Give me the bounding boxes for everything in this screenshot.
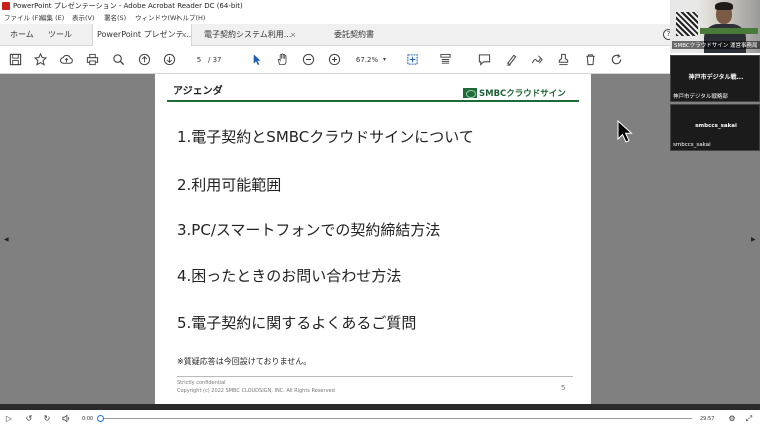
agenda-item: 4.困ったときのお問い合わせ方法 xyxy=(177,267,402,285)
right-panel-toggle-icon[interactable]: ▶ xyxy=(751,236,756,243)
footer-copyright: Copyright (c) 2022 SMBC CLOUDSIGN, INC. … xyxy=(177,388,335,394)
seek-bar[interactable] xyxy=(102,418,692,419)
logo-text: SMBCクラウドサイン xyxy=(479,89,566,99)
menu-sign[interactable]: 署名(S) xyxy=(104,12,126,24)
pointer-icon[interactable] xyxy=(249,52,264,67)
participant-tile[interactable]: smbccs_sakai smbccs_sakai xyxy=(670,104,760,151)
fit-page-icon[interactable] xyxy=(405,52,420,67)
tab-document-powerpoint[interactable]: PowerPoint プレゼンテ... × xyxy=(92,24,192,46)
bookmark-star-icon[interactable] xyxy=(33,52,48,67)
close-icon[interactable]: × xyxy=(290,24,296,46)
tab-home[interactable]: ホーム xyxy=(6,24,38,46)
chevron-down-icon[interactable]: ▾ xyxy=(383,54,386,66)
participant-display-name: smbccs_sakai xyxy=(695,123,737,129)
agenda-item: 2.利用可能範囲 xyxy=(177,176,282,194)
rewind-icon[interactable]: ↺ xyxy=(24,414,34,424)
smbc-cloudsign-logo: SMBCクラウドサイン xyxy=(463,87,566,99)
slide-note: ※質疑応答は今回設けておりません。 xyxy=(177,357,312,366)
stamp-icon[interactable] xyxy=(556,52,571,67)
tab-bar: ホーム ツール PowerPoint プレゼンテ... × 電子契約システム利用… xyxy=(0,24,680,46)
rotate-icon[interactable] xyxy=(609,52,624,67)
tab-label: 電子契約システム利用... xyxy=(204,30,292,39)
tab-document-contract[interactable]: 委託契約書 xyxy=(330,24,390,46)
upload-cloud-icon[interactable] xyxy=(59,52,74,67)
media-player-controls: ▷ ↺ ↻ 0:00 29:57 ⚙ ⤢ xyxy=(0,410,760,428)
slide-page-number: 5 xyxy=(561,384,566,392)
participant-tile-host[interactable]: SMBCクラウドサイン 運営事務局 xyxy=(670,0,760,53)
tab-label: 委託契約書 xyxy=(334,30,374,39)
left-panel-toggle-icon[interactable]: ◀ xyxy=(4,236,9,243)
hand-icon[interactable] xyxy=(275,52,290,67)
tab-label: PowerPoint プレゼンテ... xyxy=(97,30,192,39)
participant-name: SMBCクラウドサイン 運営事務局 xyxy=(672,41,760,49)
tab-document-econtract[interactable]: 電子契約システム利用... × xyxy=(200,24,300,46)
agenda-item: 3.PC/スマートフォンでの契約締結方法 xyxy=(177,221,441,239)
print-icon[interactable] xyxy=(85,52,100,67)
menu-view[interactable]: 表示(V) xyxy=(72,12,95,24)
sign-icon[interactable] xyxy=(530,52,545,67)
forward-icon[interactable]: ↻ xyxy=(42,414,52,424)
play-icon[interactable]: ▷ xyxy=(4,414,14,424)
zoom-out-icon[interactable] xyxy=(301,52,316,67)
background-banner xyxy=(700,28,758,34)
settings-gear-icon[interactable]: ⚙ xyxy=(727,414,737,424)
page-up-icon[interactable] xyxy=(137,52,152,67)
footer-divider xyxy=(177,376,573,377)
agenda-item: 1.電子契約とSMBCクラウドサインについて xyxy=(177,128,474,146)
window-title: PowerPoint プレゼンテーション - Adobe Acrobat Rea… xyxy=(13,2,243,10)
zoom-in-icon[interactable] xyxy=(327,52,342,67)
total-time: 29:57 xyxy=(700,416,715,422)
mouse-cursor-icon xyxy=(617,120,633,143)
comment-icon[interactable] xyxy=(477,52,492,67)
acrobat-app-icon xyxy=(2,2,10,10)
page-total: / 37 xyxy=(208,56,222,64)
participant-tile[interactable]: 神戸市デジタル戦... 神戸市デジタル戦略部 xyxy=(670,55,760,102)
qr-code-image xyxy=(676,12,698,36)
participant-name: smbccs_sakai xyxy=(673,142,711,148)
menu-help[interactable]: ヘルプ(H) xyxy=(176,12,205,24)
page-number-input[interactable]: 5 xyxy=(190,54,208,66)
participant-hair xyxy=(715,2,733,10)
fullscreen-icon[interactable]: ⤢ xyxy=(744,414,754,424)
scroll-mode-icon[interactable] xyxy=(438,52,453,67)
zoom-level-select[interactable]: 67.2% xyxy=(352,54,382,66)
page-down-icon[interactable] xyxy=(162,52,177,67)
pdf-page: アジェンダ SMBCクラウドサイン 1.電子契約とSMBCクラウドサインについて… xyxy=(155,74,591,406)
menu-edit[interactable]: 編集 (E) xyxy=(40,12,64,24)
current-time: 0:00 xyxy=(82,416,94,422)
document-viewport[interactable]: ◀ ▶ アジェンダ SMBCクラウドサイン 1.電子契約とSMBCクラウドサイン… xyxy=(0,74,760,406)
menu-file[interactable]: ファイル (F) xyxy=(4,12,41,24)
footer-confidential: Strictly confidential xyxy=(177,380,226,386)
delete-icon[interactable] xyxy=(583,52,598,67)
participant-display-name: 神戸市デジタル戦... xyxy=(688,74,744,81)
menu-bar: ファイル (F) 編集 (E) 表示(V) 署名(S) ウィンドウ(W) ヘルプ… xyxy=(0,12,680,24)
participant-name: 神戸市デジタル戦略部 xyxy=(673,94,728,100)
toolbar: 5 / 37 67.2% ▾ xyxy=(0,46,680,74)
search-icon[interactable] xyxy=(111,52,126,67)
volume-icon[interactable] xyxy=(61,414,71,424)
seek-handle[interactable] xyxy=(97,415,104,422)
title-bar: PowerPoint プレゼンテーション - Adobe Acrobat Rea… xyxy=(0,0,760,12)
agenda-item: 5.電子契約に関するよくあるご質問 xyxy=(177,314,417,332)
close-icon[interactable]: × xyxy=(181,24,187,46)
title-divider xyxy=(167,100,579,102)
slide-title: アジェンダ xyxy=(173,86,223,97)
highlight-icon[interactable] xyxy=(504,52,519,67)
save-icon[interactable] xyxy=(8,52,23,67)
logo-mark-icon xyxy=(463,88,477,98)
tab-tools[interactable]: ツール xyxy=(44,24,76,46)
menu-window[interactable]: ウィンドウ(W) xyxy=(135,12,179,24)
